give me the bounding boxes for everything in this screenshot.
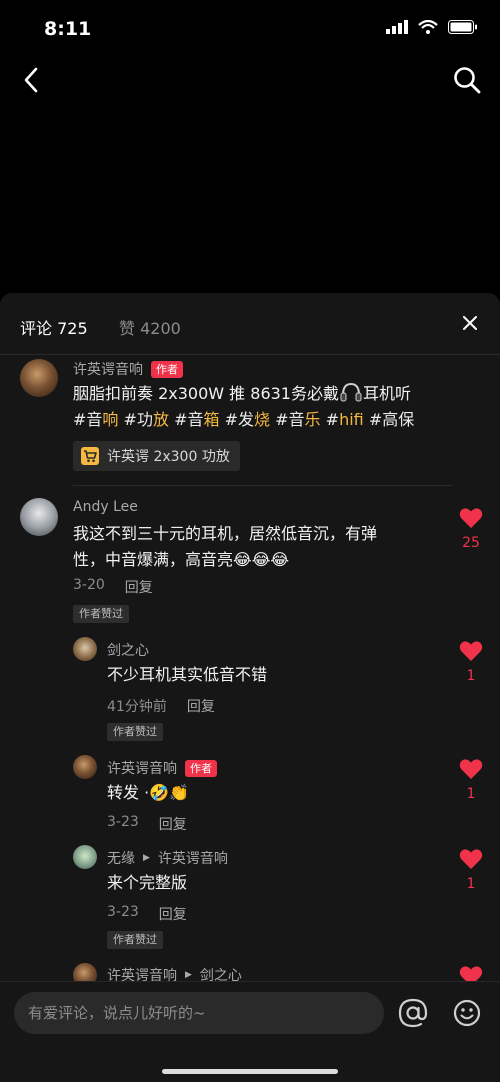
at-sign-icon xyxy=(398,998,428,1028)
author-name[interactable]: Andy Lee xyxy=(73,499,138,515)
author-liked-tag: 作者赞过 xyxy=(107,931,163,949)
hashtag[interactable]: #发烧 xyxy=(225,410,270,429)
hashtag[interactable]: #音乐 xyxy=(275,410,320,429)
back-button[interactable] xyxy=(16,64,46,96)
author-row: 许英谔音响 作者 xyxy=(73,359,183,379)
sheet-header: 评论 725 赞 4200 xyxy=(0,293,500,355)
status-icons xyxy=(386,20,478,34)
close-button[interactable] xyxy=(458,311,482,335)
like-button[interactable]: 1 xyxy=(457,848,485,892)
heart-icon xyxy=(459,759,483,779)
hashtag[interactable]: #音箱 xyxy=(174,410,219,429)
wifi-icon xyxy=(418,20,438,34)
comment-text: 不少耳机其实低音不错 xyxy=(107,665,268,684)
comment-text: 来个完整版 xyxy=(107,873,188,892)
hashtag[interactable]: #功放 xyxy=(124,410,169,429)
like-button[interactable]: 1 xyxy=(457,640,485,684)
heart-icon xyxy=(459,641,483,661)
comment-text-body: 转发 · xyxy=(107,783,150,802)
chevron-left-icon xyxy=(24,67,38,93)
author-row: Andy Lee xyxy=(73,499,138,515)
comment-text-line1: 胭脂扣前奏 2x300W 推 8631务必戴 xyxy=(73,384,339,403)
comment-date: 3-23 xyxy=(107,904,139,920)
author-name[interactable]: 许英谔音响 xyxy=(73,359,143,379)
laughing-emoji-icon: 😂😂😂 xyxy=(233,550,290,569)
comment-text-line2: 性，中音爆满，高音亮 xyxy=(73,550,234,569)
search-icon xyxy=(454,67,481,94)
author-liked-tag: 作者赞过 xyxy=(107,723,163,741)
tab-comments[interactable]: 评论 725 xyxy=(20,315,88,339)
home-indicator xyxy=(162,1069,338,1074)
comment-text-line1-end: 耳机听 xyxy=(363,384,412,403)
author-badge: 作者 xyxy=(151,360,183,378)
comment-date: 41分钟前 xyxy=(107,699,167,715)
search-button[interactable] xyxy=(450,64,484,96)
author-row: 无缘 ▶ 许英谔音响 xyxy=(107,848,228,868)
heart-icon xyxy=(459,849,483,869)
divider xyxy=(73,485,453,486)
heart-icon xyxy=(459,508,483,528)
comment-meta: 3-23 回复 xyxy=(107,814,187,834)
comment-text: 胭脂扣前奏 2x300W 推 8631务必戴 耳机听 #音响 #功放 #音箱 #发… xyxy=(73,381,453,433)
author-name[interactable]: 许英谔音响 xyxy=(107,758,177,778)
status-bar: 8:11 xyxy=(0,0,500,58)
comment-text: 我这不到三十元的耳机，居然低音沉，有弹 性，中音爆满，高音亮😂😂😂 xyxy=(73,521,443,573)
battery-icon xyxy=(448,20,477,34)
comment-input-bar: 有爱评论，说点儿好听的~ xyxy=(0,981,500,1082)
avatar[interactable] xyxy=(73,845,97,869)
like-button[interactable]: 1 xyxy=(457,758,485,802)
author-row: 剑之心 xyxy=(107,640,149,660)
reply-to-name[interactable]: 许英谔音响 xyxy=(158,848,228,868)
product-link[interactable]: 许英谔 2x300 功放 xyxy=(73,441,240,471)
comment-meta: 3-20 回复 xyxy=(73,577,153,597)
author-row: 许英谔音响 作者 xyxy=(107,758,217,778)
author-badge: 作者 xyxy=(185,759,217,777)
emoji-icon: 🤣👏 xyxy=(149,783,190,802)
reply-button[interactable]: 回复 xyxy=(159,814,187,834)
shopping-cart-icon xyxy=(81,447,99,465)
comment-text: 转发 ·🤣👏 xyxy=(107,780,447,806)
headphones-emoji-icon xyxy=(340,382,362,402)
close-icon xyxy=(463,316,477,330)
hashtag[interactable]: #音响 xyxy=(73,410,118,429)
avatar[interactable] xyxy=(20,359,58,397)
comment-sheet: 评论 725 赞 4200 许英谔音响 作者 胭脂扣前奏 2x300W 推 86… xyxy=(0,293,500,1082)
comment-text-line1: 我这不到三十元的耳机，居然低音沉，有弹 xyxy=(73,524,378,543)
tab-likes[interactable]: 赞 4200 xyxy=(119,315,181,339)
avatar[interactable] xyxy=(73,637,97,661)
smiley-icon xyxy=(453,999,481,1027)
author-name[interactable]: 无缘 xyxy=(107,848,135,868)
reply-button[interactable]: 回复 xyxy=(125,577,153,597)
product-name: 许英谔 2x300 功放 xyxy=(107,449,230,465)
author-name[interactable]: 剑之心 xyxy=(107,640,149,660)
like-count: 1 xyxy=(466,668,476,684)
emoji-button[interactable] xyxy=(450,996,484,1030)
like-count: 1 xyxy=(466,876,476,892)
top-nav xyxy=(0,58,500,104)
reply-button[interactable]: 回复 xyxy=(187,696,215,716)
avatar[interactable] xyxy=(73,755,97,779)
comment-meta: 3-23 回复 xyxy=(107,904,187,924)
like-button[interactable]: 25 xyxy=(457,507,485,551)
comment-input[interactable]: 有爱评论，说点儿好听的~ xyxy=(14,992,384,1034)
like-count: 1 xyxy=(466,786,476,802)
mention-button[interactable] xyxy=(396,996,430,1030)
comment-date: 3-23 xyxy=(107,814,139,830)
comment-date: 3-20 xyxy=(73,577,105,593)
author-liked-tag: 作者赞过 xyxy=(73,605,129,623)
like-count: 25 xyxy=(462,535,480,551)
avatar[interactable] xyxy=(20,498,58,536)
hashtag-row: #音响 #功放 #音箱 #发烧 #音乐 #hifi #高保 xyxy=(73,407,453,433)
cellular-signal-icon xyxy=(386,20,408,34)
reply-button[interactable]: 回复 xyxy=(159,904,187,924)
reply-to-arrow-icon: ▶ xyxy=(185,970,192,980)
status-time: 8:11 xyxy=(44,18,92,40)
reply-to-arrow-icon: ▶ xyxy=(143,853,150,863)
comment-meta: 41分钟前 回复 xyxy=(107,696,215,716)
hashtag[interactable]: #hifi xyxy=(326,410,364,429)
hashtag[interactable]: #高保 xyxy=(369,410,414,429)
